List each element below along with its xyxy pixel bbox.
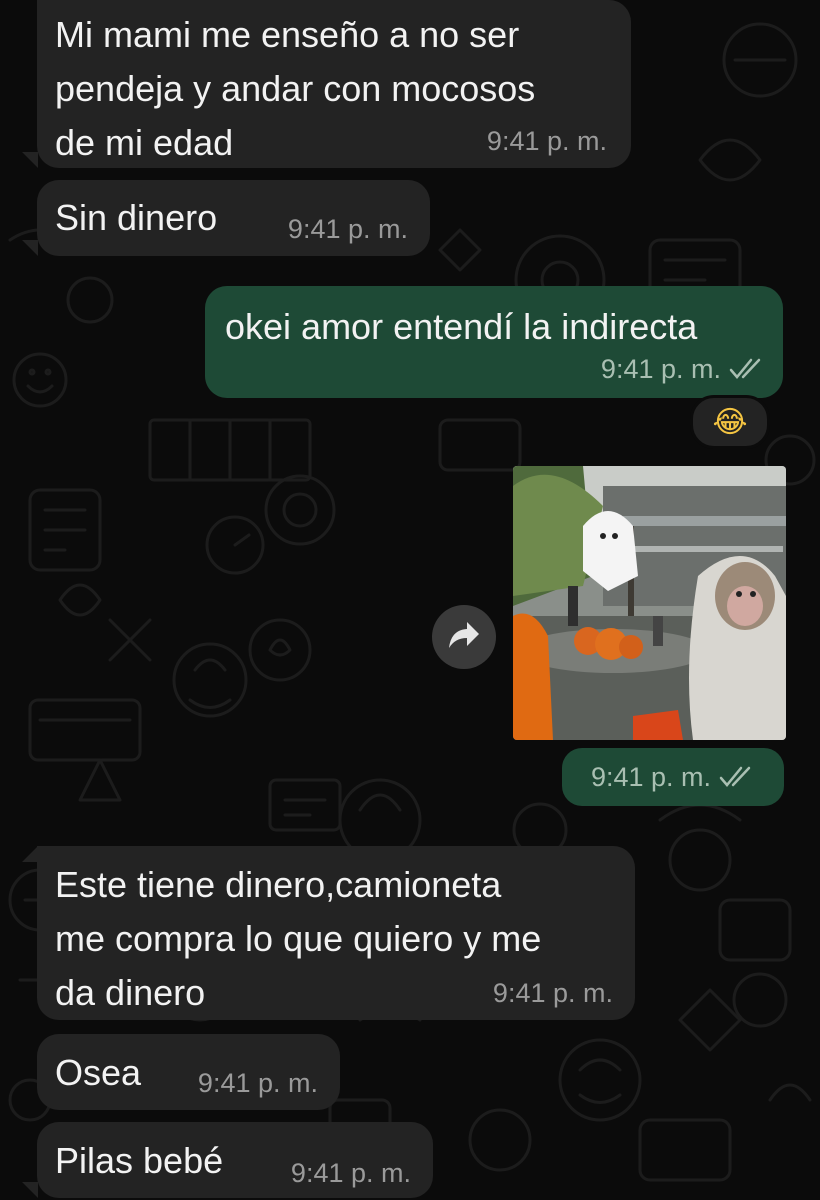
bubble-tail bbox=[22, 1182, 38, 1198]
timestamp-text: 9:41 p. m. bbox=[600, 354, 721, 384]
double-check-icon bbox=[729, 356, 765, 386]
message-text: okei amor entendí la indirecta bbox=[225, 306, 698, 347]
message-bubble-outgoing[interactable]: okei amor entendí la indirecta 9:41 p. m… bbox=[205, 286, 783, 398]
message-timestamp: 9:41 p. m. bbox=[290, 1158, 411, 1188]
message-timestamp: 9:41 p. m. bbox=[486, 126, 607, 156]
video-thumbnail[interactable] bbox=[513, 466, 786, 740]
reaction-emoji: 😂 bbox=[712, 405, 748, 439]
forward-arrow-icon bbox=[447, 620, 481, 655]
message-timestamp: 9:41 p. m. bbox=[601, 354, 765, 386]
media-timestamp: 9:41 p. m. bbox=[562, 748, 784, 806]
bubble-tail bbox=[22, 152, 38, 168]
message-bubble-incoming[interactable]: Este tiene dinero,camioneta me compra lo… bbox=[37, 846, 635, 1020]
forward-button[interactable] bbox=[432, 605, 496, 669]
timestamp-text: 9:41 p. m. bbox=[590, 762, 712, 792]
emoji-reaction[interactable]: 😂 bbox=[690, 395, 770, 449]
video-still bbox=[513, 466, 786, 740]
message-timestamp: 9:41 p. m. bbox=[492, 978, 613, 1008]
message-bubble-incoming[interactable]: Osea 9:41 p. m. bbox=[37, 1034, 340, 1110]
double-check-icon bbox=[719, 750, 755, 808]
message-bubble-incoming[interactable]: Sin dinero 9:41 p. m. bbox=[37, 180, 430, 256]
bubble-tail bbox=[22, 240, 38, 256]
message-timestamp: 9:41 p. m. bbox=[197, 1068, 318, 1098]
message-timestamp: 9:41 p. m. bbox=[287, 214, 408, 244]
bubble-tail bbox=[22, 846, 38, 862]
message-bubble-incoming[interactable]: Pilas bebé 9:41 p. m. bbox=[37, 1122, 433, 1198]
message-bubble-incoming[interactable]: Mi mami me enseño a no ser pendeja y and… bbox=[37, 0, 631, 168]
